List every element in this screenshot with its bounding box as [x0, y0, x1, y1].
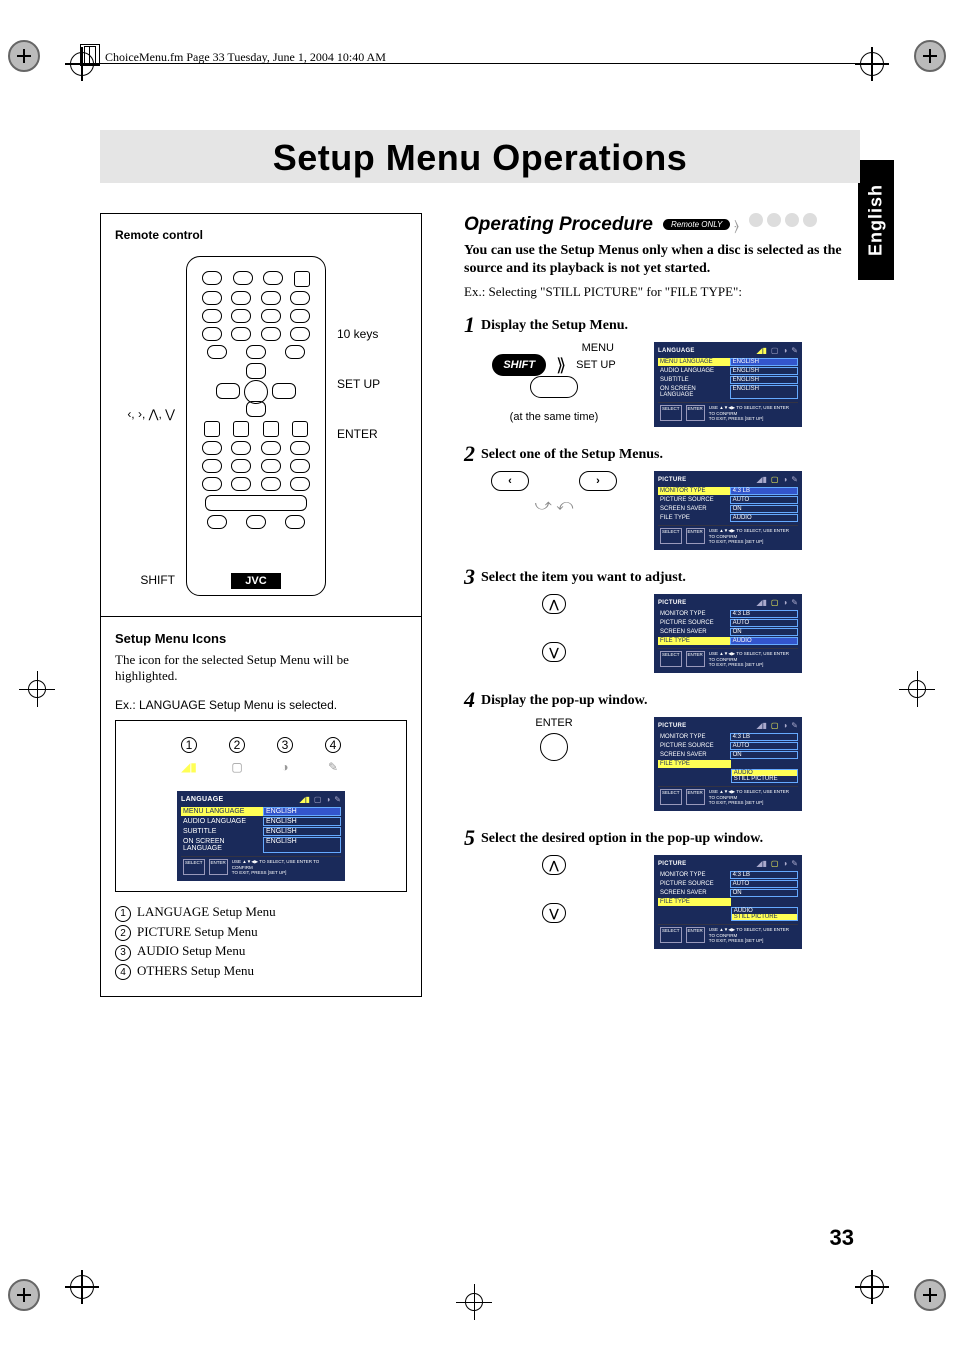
step-number: 3 [464, 566, 475, 588]
step-number: 1 [464, 314, 475, 336]
intro-example: Ex.: Selecting "STILL PICTURE" for "FILE… [464, 284, 860, 300]
remote-enter-label: ENTER [337, 426, 407, 442]
menu-title: LANGUAGE [181, 796, 223, 803]
legend-4: 4OTHERS Setup Menu [115, 963, 407, 981]
legend-2: 2PICTURE Setup Menu [115, 924, 407, 942]
register-mark-icon [908, 680, 926, 698]
up-button-icon: ⋀ [542, 594, 566, 614]
intro-text: You can use the Setup Menus only when a … [464, 243, 842, 276]
operating-procedure-heading: Operating Procedure [464, 214, 653, 236]
right-column: Operating Procedure Remote ONLY ⦒ You ca… [464, 213, 860, 997]
right-button-icon: › [579, 471, 617, 491]
step-text: Display the Setup Menu. [481, 314, 628, 334]
audio-menu-icon: ◑ [275, 757, 295, 777]
step-number: 4 [464, 689, 475, 711]
title-band: Setup Menu Operations [100, 130, 860, 183]
setup-icons-figure: 1◢▮ 2▢ 3◑ 4✎ LANGUAGE ◢▮▢◑✎ MENU LANGUAG… [115, 720, 407, 892]
down-button-icon: ⋁ [542, 903, 566, 923]
setup-button-icon [530, 376, 578, 398]
popup-list: AUDIOSTILL PICTURE [731, 769, 798, 783]
header-text: ChoiceMenu.fm Page 33 Tuesday, June 1, 2… [105, 50, 386, 65]
picture-menu-icon: ▢ [227, 757, 247, 777]
step-text: Select the desired option in the pop-up … [481, 827, 763, 847]
remote-dpad-label: ‹, ›, ⋀, ⋁ [115, 406, 175, 422]
crop-mark-icon [8, 40, 40, 72]
step3-screen: PICTURE◢▮▢◑✎ MONITOR TYPE4:3 LB PICTURE … [654, 594, 802, 673]
step3-diagram: ⋀⋁ [474, 594, 634, 662]
others-menu-icon: ✎ [323, 757, 343, 777]
language-menu-screen: LANGUAGE ◢▮▢◑✎ MENU LANGUAGEENGLISH AUDI… [177, 791, 345, 881]
remote-illustration: JVC [186, 256, 326, 596]
legend-1: 1LANGUAGE Setup Menu [115, 904, 407, 922]
language-tab: English [858, 160, 894, 280]
down-button-icon: ⋁ [542, 642, 566, 662]
up-button-icon: ⋀ [542, 855, 566, 875]
crop-mark-icon [8, 1279, 40, 1311]
step-text: Select one of the Setup Menus. [481, 443, 663, 463]
jvc-logo: JVC [231, 573, 281, 589]
setup-icons-example: Ex.: LANGUAGE Setup Menu is selected. [115, 698, 407, 712]
setup-icons-body: The icon for the selected Setup Menu wil… [115, 652, 407, 684]
remote-10keys-label: 10 keys [337, 326, 407, 342]
shift-button-icon: SHIFT [492, 354, 546, 376]
setup-icons-heading: Setup Menu Icons [115, 631, 407, 646]
remote-only-badge: Remote ONLY [663, 219, 730, 230]
decorative-dots [747, 213, 819, 232]
register-mark-icon [70, 1275, 94, 1299]
remote-shift-label: SHIFT [115, 572, 175, 588]
crop-mark-icon [914, 40, 946, 72]
signal-icon: ⦒ [734, 219, 739, 234]
page-number: 33 [830, 1225, 854, 1251]
remote-heading: Remote control [115, 228, 407, 242]
enter-button-icon [540, 733, 568, 761]
register-mark-icon [28, 680, 46, 698]
remote-setup-label: SET UP [337, 376, 407, 392]
step4-diagram: ENTER [474, 717, 634, 765]
step-text: Display the pop-up window. [481, 689, 648, 709]
step-number: 5 [464, 827, 475, 849]
step1-diagram: MENU SHIFT ⟫ SET UP (at the same time) [474, 342, 634, 423]
left-button-icon: ‹ [491, 471, 529, 491]
register-mark-icon [465, 1293, 483, 1311]
left-column: Remote control ‹, ›, ⋀, ⋁ SHIFT [100, 213, 422, 997]
step-number: 2 [464, 443, 475, 465]
page-title: Setup Menu Operations [100, 137, 860, 179]
step1-screen: LANGUAGE◢▮▢◑✎ MENU LANGUAGEENGLISH AUDIO… [654, 342, 802, 427]
step5-screen: PICTURE◢▮▢◑✎ MONITOR TYPE4:3 LB PICTURE … [654, 855, 802, 949]
step2-diagram: ‹› ⤻ ⤺ [474, 471, 634, 515]
step5-diagram: ⋀⋁ [474, 855, 634, 923]
step4-screen: PICTURE◢▮▢◑✎ MONITOR TYPE4:3 LB PICTURE … [654, 717, 802, 811]
register-mark-icon [860, 52, 884, 76]
crop-mark-icon [914, 1279, 946, 1311]
register-mark-icon [860, 1275, 884, 1299]
step-text: Select the item you want to adjust. [481, 566, 686, 586]
language-menu-icon: ◢▮ [179, 757, 199, 777]
legend-3: 3AUDIO Setup Menu [115, 943, 407, 961]
popup-list: AUDIOSTILL PICTURE [731, 907, 798, 921]
step2-screen: PICTURE◢▮▢◑✎ MONITOR TYPE4:3 LB PICTURE … [654, 471, 802, 550]
